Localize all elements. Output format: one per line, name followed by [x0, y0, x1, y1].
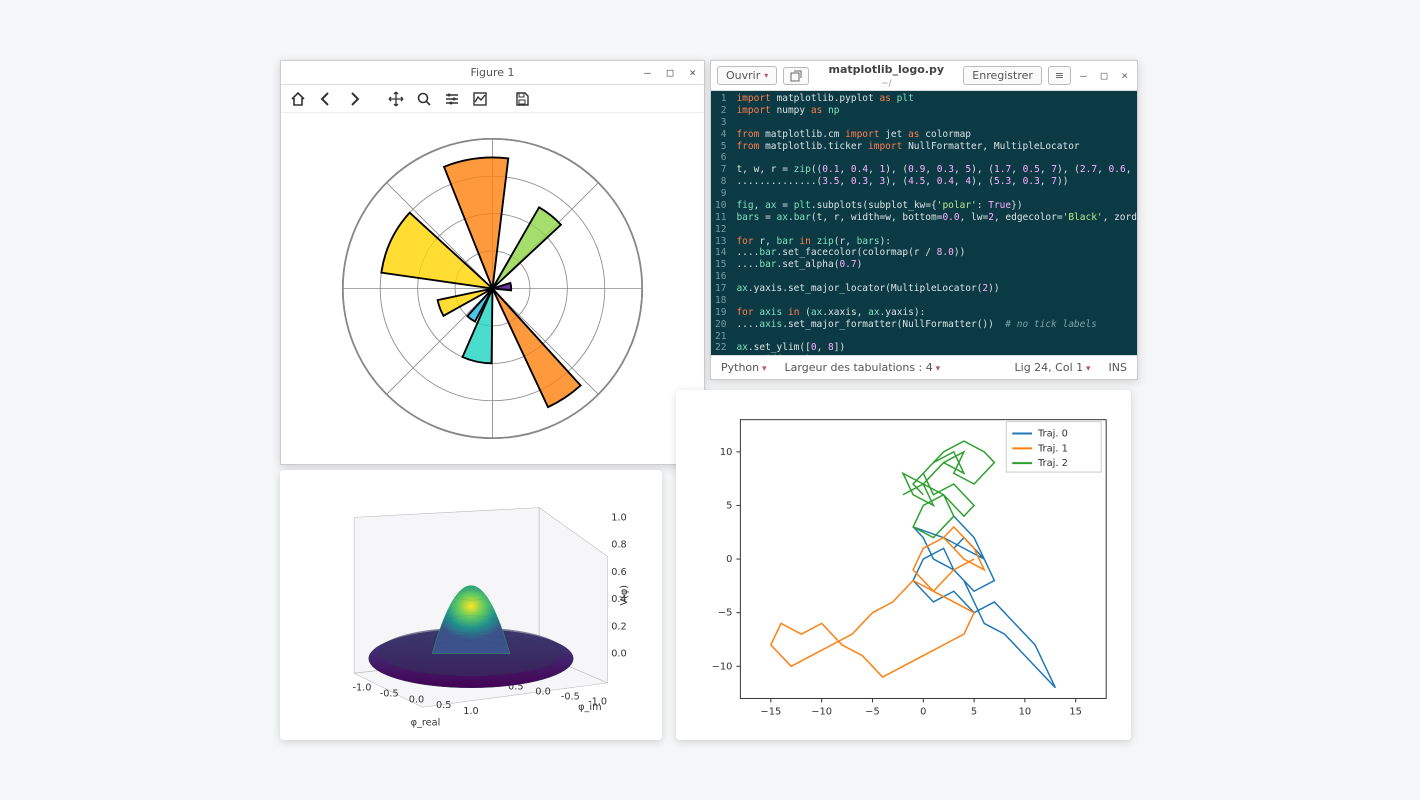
svg-text:15: 15: [1069, 706, 1082, 717]
tabwidth-selector[interactable]: Largeur des tabulations : 4: [785, 361, 941, 374]
svg-text:Traj. 1: Traj. 1: [1037, 443, 1068, 454]
new-tab-button[interactable]: [783, 67, 809, 85]
code-editor[interactable]: 1234567891011121314151617181920212223242…: [711, 91, 1137, 355]
svg-text:0.8: 0.8: [611, 540, 626, 551]
svg-text:0.0: 0.0: [409, 694, 424, 705]
figure-titlebar[interactable]: Figure 1 – □ ×: [281, 61, 704, 85]
svg-text:-0.5: -0.5: [380, 689, 399, 700]
configure-icon[interactable]: [443, 90, 461, 108]
svg-text:0.0: 0.0: [611, 649, 626, 660]
svg-text:Traj. 2: Traj. 2: [1037, 458, 1068, 469]
surface-3d-chart: 0.00.20.40.60.81.0 V(φ) -1.0-0.50.00.51.…: [286, 476, 656, 734]
svg-text:−10: −10: [712, 661, 733, 672]
svg-text:-1.0: -1.0: [352, 683, 371, 694]
open-button[interactable]: Ouvrir▾: [717, 66, 777, 85]
editor-window: Ouvrir▾ matplotlib_logo.py ~/ Enregistre…: [710, 60, 1138, 380]
menu-button[interactable]: ≡: [1048, 66, 1071, 85]
trajectories-panel: −15 −10 −5 0 5 10 15 −10 −5 0 5 10 Traj. 0 Traj. 1 Tra…: [676, 390, 1131, 740]
svg-text:5: 5: [971, 706, 977, 717]
svg-text:0: 0: [920, 706, 926, 717]
save-icon[interactable]: [513, 90, 531, 108]
svg-text:10: 10: [1019, 706, 1032, 717]
z-axis-label: V(φ): [619, 585, 630, 606]
svg-text:-0.5: -0.5: [561, 691, 580, 702]
close-button[interactable]: ×: [685, 61, 700, 85]
svg-text:Traj. 0: Traj. 0: [1037, 428, 1068, 439]
svg-text:10: 10: [720, 447, 733, 458]
editor-statusbar: Python Largeur des tabulations : 4 Lig 2…: [711, 355, 1137, 379]
svg-text:−5: −5: [718, 608, 733, 619]
x-axis-label: φ_real: [411, 718, 441, 729]
minimize-button[interactable]: –: [640, 61, 655, 85]
save-button[interactable]: Enregistrer: [963, 66, 1042, 85]
svg-text:0.5: 0.5: [436, 700, 451, 711]
editor-close-button[interactable]: ×: [1118, 69, 1131, 82]
editor-title: matplotlib_logo.py ~/: [815, 63, 957, 89]
editor-maximize-button[interactable]: □: [1098, 69, 1111, 82]
svg-text:0.2: 0.2: [611, 621, 626, 632]
subplots-icon[interactable]: [471, 90, 489, 108]
surface-3d-panel: 0.00.20.40.60.81.0 V(φ) -1.0-0.50.00.51.…: [280, 470, 662, 740]
trajectories-chart: −15 −10 −5 0 5 10 15 −10 −5 0 5 10 Traj. 0 Traj. 1 Tra…: [686, 400, 1121, 730]
back-icon[interactable]: [317, 90, 335, 108]
language-selector[interactable]: Python: [721, 361, 767, 374]
figure-window: Figure 1 – □ ×: [280, 60, 705, 465]
cursor-position[interactable]: Lig 24, Col 1: [1015, 361, 1091, 374]
maximize-button[interactable]: □: [663, 61, 678, 85]
svg-text:0.0: 0.0: [535, 687, 550, 698]
y-axis-label: φ_im: [578, 702, 601, 713]
move-icon[interactable]: [387, 90, 405, 108]
svg-text:0: 0: [726, 554, 732, 565]
svg-text:1.0: 1.0: [463, 706, 478, 717]
forward-icon[interactable]: [345, 90, 363, 108]
figure-toolbar: [281, 85, 704, 113]
zoom-icon[interactable]: [415, 90, 433, 108]
svg-text:−5: −5: [865, 706, 880, 717]
svg-text:5: 5: [726, 500, 732, 511]
polar-chart: [281, 113, 704, 464]
svg-text:−10: −10: [811, 706, 832, 717]
svg-text:1.0: 1.0: [611, 512, 626, 523]
home-icon[interactable]: [289, 90, 307, 108]
insert-mode: INS: [1109, 361, 1127, 374]
svg-text:−15: −15: [760, 706, 781, 717]
figure-title: Figure 1: [470, 66, 514, 79]
editor-minimize-button[interactable]: –: [1077, 69, 1090, 82]
svg-text:0.6: 0.6: [611, 567, 626, 578]
editor-titlebar[interactable]: Ouvrir▾ matplotlib_logo.py ~/ Enregistre…: [711, 61, 1137, 91]
